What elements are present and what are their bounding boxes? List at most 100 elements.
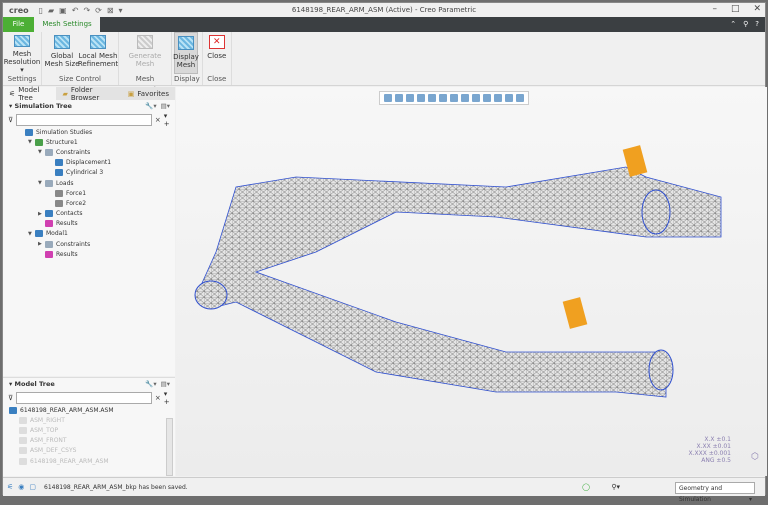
spin-center-icon[interactable] bbox=[505, 94, 513, 102]
redo-icon[interactable]: ↷ bbox=[83, 6, 90, 15]
customize-icon[interactable]: ▾ bbox=[119, 6, 123, 15]
clear-icon[interactable]: × bbox=[155, 116, 161, 124]
orient-icon[interactable] bbox=[428, 94, 436, 102]
tree-item[interactable]: ▼ Structure1 bbox=[3, 137, 175, 147]
clear-icon[interactable]: × bbox=[155, 394, 161, 402]
tree-item[interactable]: ▼ Loads bbox=[3, 178, 175, 188]
tree-item[interactable]: ▼ Constraints bbox=[3, 147, 175, 157]
open-icon[interactable]: ▰ bbox=[48, 6, 54, 15]
zoom-in-icon[interactable] bbox=[395, 94, 403, 102]
view-manager-icon[interactable] bbox=[472, 94, 480, 102]
regenerate-icon[interactable]: ⟳ bbox=[95, 6, 102, 15]
help-search-icon[interactable]: ⚲ bbox=[743, 20, 748, 28]
ribbon: Mesh Resolution ▾ Settings Global Mesh S… bbox=[3, 32, 765, 94]
tree-item[interactable]: Force1 bbox=[3, 188, 175, 198]
favorites-icon: ▣ bbox=[127, 89, 135, 98]
csys-triad-icon: ⬡ bbox=[751, 452, 759, 462]
group-settings: Mesh Resolution ▾ Settings bbox=[3, 32, 42, 85]
model-tree-icon: ⚟ bbox=[9, 89, 16, 98]
display-style-icon[interactable] bbox=[450, 94, 458, 102]
tab-folder-browser[interactable]: ▰ Folder Browser bbox=[56, 86, 121, 102]
model-tree-panel: ▾ Model Tree 🔧▾ ▤▾ ⊽ × ▾ + 6148198_REAR_ARM… bbox=[3, 377, 175, 476]
tree-item[interactable]: ASM_TOP bbox=[3, 425, 175, 435]
tab-model-tree[interactable]: ⚟ Model Tree bbox=[3, 86, 57, 102]
repaint-icon[interactable] bbox=[417, 94, 425, 102]
displacement-icon bbox=[55, 159, 63, 167]
creo-logo: creo bbox=[9, 5, 29, 15]
add-icon[interactable]: ▾ + bbox=[164, 112, 175, 128]
tab-favorites[interactable]: ▣ Favorites bbox=[122, 87, 175, 100]
tree-item[interactable]: Results bbox=[3, 249, 175, 259]
tree-item[interactable]: ASM_RIGHT bbox=[3, 415, 175, 425]
expand-caret-icon[interactable]: ▼ bbox=[28, 139, 35, 145]
tree-item[interactable]: ▶ Constraints bbox=[3, 239, 175, 249]
tree-item[interactable]: 6148198_REAR_ARM_ASM.ASM bbox=[3, 405, 175, 415]
mesh-resolution-button[interactable]: Mesh Resolution ▾ bbox=[4, 32, 40, 74]
simulation-tree-panel: ▾ Simulation Tree 🔧▾ ▤▾ ⊽ × ▾ + Simulation … bbox=[3, 100, 175, 376]
maximize-button[interactable]: □ bbox=[731, 4, 740, 14]
expand-caret-icon[interactable]: ▼ bbox=[38, 149, 45, 155]
tree-item[interactable]: ▼ Modal1 bbox=[3, 229, 175, 239]
tree-columns-icon[interactable]: ▤▾ bbox=[161, 102, 170, 110]
tab-mesh-settings[interactable]: Mesh Settings bbox=[34, 17, 100, 32]
show-navigator-icon[interactable]: ⚟ bbox=[7, 483, 13, 491]
tree-item[interactable]: Simulation Studies bbox=[3, 127, 175, 137]
datum-display-icon[interactable] bbox=[483, 94, 491, 102]
expand-caret-icon[interactable]: ▼ bbox=[28, 231, 35, 237]
title-bar: creo ▯ ▰ ▣ ↶ ↷ ⟳ ⊠ ▾ 6148198_REAR_ARM_ASM (Acti… bbox=[3, 3, 765, 17]
tree-item[interactable]: ASM_DEF_CSYS bbox=[3, 446, 175, 456]
tree-item[interactable]: 6148198_REAR_ARM_ASM bbox=[3, 456, 175, 466]
tree-item[interactable]: ▶ Contacts bbox=[3, 209, 175, 219]
graphics-viewport[interactable]: X.X ±0.1 X.XX ±0.01 X.XXX ±0.001 ANG ±0.5 ⬡ bbox=[176, 87, 767, 476]
tree-item[interactable]: Results bbox=[3, 219, 175, 229]
selection-filter-dropdown[interactable]: Geometry and Simulation ▾ bbox=[675, 482, 755, 503]
expand-caret-icon[interactable]: ▶ bbox=[38, 241, 45, 247]
minimize-button[interactable]: – bbox=[712, 4, 717, 14]
simulation-tree-search[interactable] bbox=[16, 113, 152, 126]
close-window-button[interactable]: ✕ bbox=[753, 4, 761, 14]
annotation-display-icon[interactable] bbox=[494, 94, 502, 102]
structure-icon bbox=[35, 138, 43, 146]
tree-item[interactable]: ASM_FRONT bbox=[3, 436, 175, 446]
perspective-icon[interactable] bbox=[461, 94, 469, 102]
force-icon bbox=[55, 189, 63, 197]
saved-views-icon[interactable] bbox=[439, 94, 447, 102]
global-mesh-size-button[interactable]: Global Mesh Size bbox=[44, 32, 80, 74]
zoom-out-icon[interactable] bbox=[406, 94, 414, 102]
group-display: Display Mesh Display bbox=[172, 32, 203, 85]
group-mesh-generation: Generate Mesh Mesh Generation bbox=[119, 32, 172, 94]
add-icon[interactable]: ▾ + bbox=[164, 390, 175, 406]
tree-item[interactable]: Displacement1 bbox=[3, 158, 175, 168]
tree-item[interactable]: Force2 bbox=[3, 198, 175, 208]
simulation-display-icon[interactable] bbox=[516, 94, 524, 102]
display-mesh-button[interactable]: Display Mesh bbox=[173, 32, 199, 74]
new-icon[interactable]: ▯ bbox=[39, 6, 43, 15]
quick-access-toolbar: ▯ ▰ ▣ ↶ ↷ ⟳ ⊠ ▾ bbox=[39, 6, 123, 15]
save-icon[interactable]: ▣ bbox=[59, 6, 67, 15]
tree-columns-icon[interactable]: ▤▾ bbox=[161, 380, 170, 388]
filter-icon[interactable]: ⊽ bbox=[8, 394, 13, 402]
undo-icon[interactable]: ↶ bbox=[72, 6, 79, 15]
filter-icon[interactable]: ⊽ bbox=[8, 116, 13, 124]
windows-icon[interactable]: ⊠ bbox=[107, 6, 114, 15]
help-icon[interactable]: ? bbox=[755, 20, 759, 28]
local-mesh-refinement-button[interactable]: Local Mesh Refinement bbox=[78, 32, 118, 74]
tree-settings-icon[interactable]: 🔧▾ bbox=[145, 102, 156, 110]
force-icon bbox=[55, 199, 63, 207]
model-tree-search[interactable] bbox=[16, 391, 152, 404]
browser-icon[interactable]: ◉ bbox=[18, 483, 24, 491]
tree-settings-icon[interactable]: 🔧▾ bbox=[145, 380, 156, 388]
expand-caret-icon[interactable]: ▼ bbox=[38, 180, 45, 186]
tab-file[interactable]: File bbox=[3, 17, 34, 32]
close-button[interactable]: ✕ Close bbox=[205, 32, 229, 74]
generate-mesh-button[interactable]: Generate Mesh bbox=[127, 32, 163, 74]
mesh-icon bbox=[14, 35, 30, 47]
model-tree-scrollbar[interactable] bbox=[166, 418, 173, 476]
group-label: Size Control bbox=[59, 75, 101, 83]
refit-icon[interactable] bbox=[384, 94, 392, 102]
full-screen-icon[interactable]: ▢ bbox=[29, 483, 36, 491]
find-icon[interactable]: ⚲▾ bbox=[611, 483, 620, 491]
expand-caret-icon[interactable]: ▶ bbox=[38, 211, 45, 217]
tree-item[interactable]: Cylindrical 3 bbox=[3, 168, 175, 178]
minimize-ribbon-icon[interactable]: ⌃ bbox=[730, 20, 736, 28]
